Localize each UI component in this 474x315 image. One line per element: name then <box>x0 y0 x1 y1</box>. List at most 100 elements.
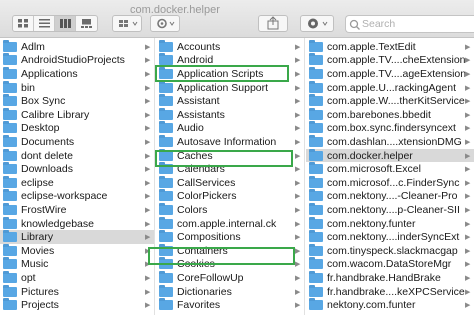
caches-item-row[interactable]: com.apple.U...rackingAgent ▶ <box>306 80 474 95</box>
home-item-label: Applications <box>21 67 78 80</box>
column-home[interactable]: Adlm ▶ AndroidStudioProjects ▶ Applications ▶… <box>0 38 155 315</box>
home-item-row[interactable]: bin ▶ <box>0 80 154 95</box>
disclosure-arrow-icon: ▶ <box>145 206 151 214</box>
caches-item-row[interactable]: com.tinyspeck.slackmacgap ▶ <box>306 243 474 258</box>
folder-icon <box>159 298 173 311</box>
folder-icon <box>3 94 17 107</box>
home-item-row[interactable]: Music ▶ <box>0 257 154 272</box>
disclosure-arrow-icon: ▶ <box>295 302 301 310</box>
library-item-row[interactable]: CoreFollowUp ▶ <box>156 270 304 285</box>
disclosure-arrow-icon: ▶ <box>295 220 301 228</box>
caches-item-row[interactable]: com.apple.W....therKitService ▶ <box>306 94 474 108</box>
home-item-row[interactable]: Movies ▶ <box>0 243 154 258</box>
folder-icon <box>3 298 17 311</box>
folder-icon <box>159 53 173 66</box>
caches-item-label: com.tinyspeck.slackmacgap <box>327 244 458 257</box>
home-item-row[interactable]: Downloads ▶ <box>0 162 154 176</box>
folder-icon <box>159 216 173 229</box>
icon-view-button[interactable] <box>13 16 34 31</box>
home-item-row[interactable]: knowledgebase ▶ <box>0 216 154 231</box>
disclosure-arrow-icon: ▶ <box>145 166 151 174</box>
home-item-row[interactable]: Library ▶ <box>0 230 154 244</box>
library-item-row[interactable]: Dictionaries ▶ <box>156 284 304 299</box>
gallery-view-button[interactable] <box>76 16 97 31</box>
home-item-row[interactable]: Pictures ▶ <box>0 284 154 299</box>
home-item-row[interactable]: Box Sync ▶ <box>0 94 154 108</box>
caches-item-row[interactable]: com.barebones.bbedit ▶ <box>306 107 474 122</box>
column-caches[interactable]: com.apple.TextEdit ▶ com.apple.TV....cheEx… <box>306 38 474 315</box>
home-item-row[interactable]: opt ▶ <box>0 270 154 285</box>
caches-item-row[interactable]: com.box.sync.findersyncext ▶ <box>306 121 474 136</box>
home-item-label: Desktop <box>21 122 60 135</box>
home-item-row[interactable]: dont delete ▶ <box>0 148 154 163</box>
caches-item-row[interactable]: fr.handbrake....keXPCService ▶ <box>306 284 474 299</box>
caches-item-row[interactable]: com.nektony....p-Cleaner-SII ▶ <box>306 202 474 217</box>
library-item-row[interactable]: Application Support ▶ <box>156 80 304 95</box>
home-item-label: FrostWire <box>21 203 67 216</box>
caches-item-row[interactable]: com.dashlan....xtensionDMG ▶ <box>306 134 474 149</box>
caches-item-row[interactable]: com.apple.TextEdit ▶ <box>306 39 474 54</box>
home-item-row[interactable]: eclipse ▶ <box>0 175 154 190</box>
home-item-row[interactable]: Adlm ▶ <box>0 39 154 54</box>
home-item-row[interactable]: FrostWire ▶ <box>0 202 154 217</box>
caches-item-row[interactable]: com.wacom.DataStoreMgr ▶ <box>306 257 474 272</box>
folder-icon <box>309 94 323 107</box>
caches-item-row[interactable]: com.apple.TV....ageExtension ▶ <box>306 66 474 81</box>
disclosure-arrow-icon: ▶ <box>145 302 151 310</box>
home-item-row[interactable]: Desktop ▶ <box>0 121 154 136</box>
library-item-row[interactable]: Autosave Information ▶ <box>156 134 304 149</box>
disclosure-arrow-icon: ▶ <box>295 57 301 65</box>
home-item-row[interactable]: eclipse-workspace ▶ <box>0 189 154 204</box>
disclosure-arrow-icon: ▶ <box>145 43 151 51</box>
share-button[interactable] <box>258 15 288 32</box>
caches-item-label: com.wacom.DataStoreMgr <box>327 258 452 271</box>
disclosure-arrow-icon: ▶ <box>295 261 301 269</box>
caches-item-row[interactable]: fr.handbrake.HandBrake ▶ <box>306 270 474 285</box>
home-item-row[interactable]: AndroidStudioProjects ▶ <box>0 53 154 68</box>
action-button[interactable] <box>150 15 180 32</box>
folder-icon <box>159 121 173 134</box>
folder-icon <box>309 66 323 79</box>
caches-item-label: com.barebones.bbedit <box>327 108 431 121</box>
folder-icon <box>159 39 173 52</box>
library-item-row[interactable]: Accounts ▶ <box>156 39 304 54</box>
folder-icon <box>3 175 17 188</box>
library-item-row[interactable]: Favorites ▶ <box>156 298 304 312</box>
caches-item-row[interactable]: nektony.com.funter ▶ <box>306 298 474 312</box>
library-item-row[interactable]: com.apple.internal.ck ▶ <box>156 216 304 231</box>
caches-item-row[interactable]: com.nektony....inderSyncExt ▶ <box>306 230 474 244</box>
disclosure-arrow-icon: ▶ <box>465 111 471 119</box>
library-item-row[interactable]: ColorPickers ▶ <box>156 189 304 204</box>
home-item-row[interactable]: Documents ▶ <box>0 134 154 149</box>
library-item-row[interactable]: Assistant ▶ <box>156 94 304 108</box>
view-mode-control[interactable] <box>12 15 98 32</box>
search-input[interactable]: Search <box>345 15 474 33</box>
home-item-row[interactable]: Projects ▶ <box>0 298 154 312</box>
column-view-button[interactable] <box>55 16 76 31</box>
disclosure-arrow-icon: ▶ <box>145 111 151 119</box>
folder-icon <box>159 80 173 93</box>
home-item-row[interactable]: Applications ▶ <box>0 66 154 81</box>
library-item-row[interactable]: Assistants ▶ <box>156 107 304 122</box>
home-item-row[interactable]: Calibre Library ▶ <box>0 107 154 122</box>
caches-item-row[interactable]: com.docker.helper ▶ <box>306 148 474 163</box>
caches-item-row[interactable]: com.nektony.funter ▶ <box>306 216 474 231</box>
disclosure-arrow-icon: ▶ <box>465 247 471 255</box>
tags-button[interactable] <box>300 15 334 32</box>
folder-icon <box>159 202 173 215</box>
library-item-row[interactable]: CallServices ▶ <box>156 175 304 190</box>
caches-item-row[interactable]: com.nektony....-Cleaner-Pro ▶ <box>306 189 474 204</box>
caches-item-row[interactable]: com.apple.TV....cheExtension ▶ <box>306 53 474 68</box>
library-item-row[interactable]: Colors ▶ <box>156 202 304 217</box>
folder-icon <box>3 107 17 120</box>
home-item-label: knowledgebase <box>21 217 94 230</box>
disclosure-arrow-icon: ▶ <box>295 247 301 255</box>
library-item-row[interactable]: Audio ▶ <box>156 121 304 136</box>
library-item-label: com.apple.internal.ck <box>177 217 277 230</box>
arrange-button[interactable] <box>112 15 142 32</box>
library-item-row[interactable]: Compositions ▶ <box>156 230 304 244</box>
caches-item-label: com.apple.TextEdit <box>327 40 416 53</box>
list-view-button[interactable] <box>34 16 55 31</box>
caches-item-row[interactable]: com.microsof...c.FinderSync ▶ <box>306 175 474 190</box>
caches-item-row[interactable]: com.microsoft.Excel ▶ <box>306 162 474 176</box>
